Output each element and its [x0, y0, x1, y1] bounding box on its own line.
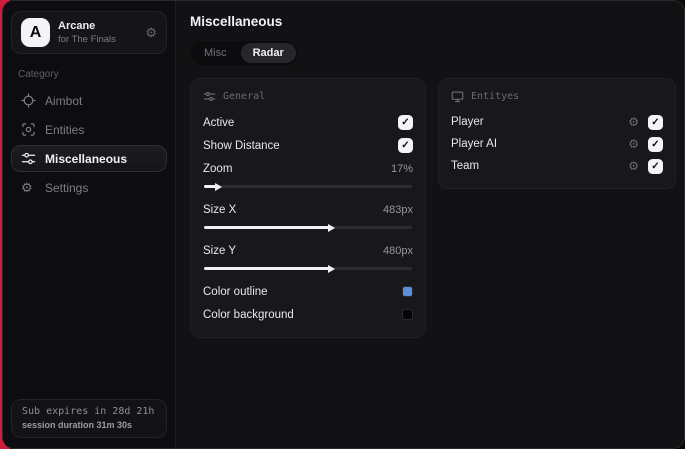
check-icon: ✓ — [401, 117, 410, 128]
sliders-icon — [21, 151, 36, 166]
color-background-swatch[interactable] — [402, 309, 413, 320]
logo-card: A Arcane for The Finals ⚙ — [11, 11, 167, 54]
entity-controls: ⚙ ✓ — [628, 114, 663, 130]
app-logo: A — [21, 18, 50, 47]
sliders-small-icon — [203, 92, 216, 101]
app-name: Arcane — [58, 20, 96, 32]
sidebar-item-miscellaneous[interactable]: Miscellaneous — [11, 145, 167, 172]
entity-row-player-ai: Player AI ⚙ ✓ — [451, 133, 663, 155]
sidebar-item-entities[interactable]: Entities — [11, 116, 167, 143]
sidebar-item-aimbot[interactable]: Aimbot — [11, 87, 167, 114]
setting-label: Show Distance — [203, 139, 280, 152]
entity-row-team: Team ⚙ ✓ — [451, 155, 663, 177]
general-panel-header: General — [203, 90, 413, 103]
entities-panel: Entityes Player ⚙ ✓ Player AI ⚙ ✓ Team ⚙… — [438, 78, 676, 189]
gear-icon[interactable]: ⚙ — [628, 116, 639, 128]
team-checkbox[interactable]: ✓ — [648, 158, 663, 174]
crosshair-icon — [21, 93, 36, 108]
sidebar-item-label: Aimbot — [45, 93, 83, 108]
setting-label: Active — [203, 116, 235, 129]
active-checkbox[interactable]: ✓ — [398, 115, 413, 130]
entity-label: Team — [451, 160, 480, 172]
gear-icon: ⚙ — [21, 180, 33, 195]
gear-icon[interactable]: ⚙ — [628, 138, 639, 150]
entities-panel-header: Entityes — [451, 90, 663, 103]
player-checkbox[interactable]: ✓ — [648, 114, 663, 130]
sidebar-nav: Aimbot Entities Miscellaneous ⚙ Settings — [11, 87, 167, 201]
setting-label: Size Y — [203, 244, 237, 257]
check-icon: ✓ — [401, 140, 410, 151]
setting-label: Zoom — [203, 162, 233, 175]
tab-misc[interactable]: Misc — [192, 43, 239, 63]
size-x-value: 483px — [383, 203, 413, 216]
zoom-slider-fill — [204, 182, 223, 191]
monitor-icon — [451, 91, 464, 103]
main-content: Miscellaneous Misc Radar General Active … — [176, 1, 684, 448]
general-panel: General Active ✓ Show Distance ✓ Zoom 17… — [190, 78, 426, 338]
sidebar-item-label: Entities — [45, 122, 85, 137]
setting-row-color-background: Color background — [203, 303, 413, 326]
color-outline-swatch[interactable] — [402, 286, 413, 297]
setting-label: Color outline — [203, 285, 268, 298]
setting-row-show-distance: Show Distance ✓ — [203, 134, 413, 157]
session-duration-text: session duration 31m 30s — [22, 420, 133, 430]
gear-icon[interactable]: ⚙ — [628, 160, 639, 172]
gear-icon[interactable]: ⚙ — [145, 26, 157, 39]
entity-label: Player — [451, 116, 484, 128]
player-ai-checkbox[interactable]: ✓ — [648, 136, 663, 152]
screen: A Arcane for The Finals ⚙ Category Aimbo… — [0, 0, 685, 449]
setting-row-color-outline: Color outline — [203, 280, 413, 303]
sidebar: A Arcane for The Finals ⚙ Category Aimbo… — [3, 1, 176, 448]
setting-label: Color background — [203, 308, 294, 321]
page-title: Miscellaneous — [190, 14, 283, 29]
subscription-card: Sub expires in 28d 21h session duration … — [11, 399, 167, 438]
sidebar-item-label: Settings — [45, 180, 89, 195]
sub-expiry-text: Sub expires in 28d 21h — [22, 406, 155, 417]
size-x-slider-thumb[interactable] — [327, 223, 335, 232]
size-y-slider-fill — [204, 264, 335, 273]
sidebar-item-label: Miscellaneous — [45, 151, 128, 166]
size-y-value: 480px — [383, 244, 413, 257]
general-panel-title: General — [223, 91, 266, 102]
entity-controls: ⚙ ✓ — [628, 136, 663, 152]
zoom-slider-thumb[interactable] — [215, 182, 223, 191]
tab-radar[interactable]: Radar — [240, 43, 296, 63]
zoom-slider[interactable] — [204, 182, 412, 191]
setting-label: Size X — [203, 203, 237, 216]
check-icon: ✓ — [651, 160, 660, 172]
panels-row: General Active ✓ Show Distance ✓ Zoom 17… — [190, 78, 676, 338]
size-y-slider[interactable] — [204, 264, 412, 273]
check-icon: ✓ — [651, 116, 660, 128]
zoom-value: 17% — [390, 162, 413, 175]
category-label: Category — [18, 69, 59, 80]
check-icon: ✓ — [651, 138, 660, 150]
entity-controls: ⚙ ✓ — [628, 158, 663, 174]
show-distance-checkbox[interactable]: ✓ — [398, 138, 413, 153]
tab-group: Misc Radar — [190, 41, 298, 65]
entity-row-player: Player ⚙ ✓ — [451, 111, 663, 133]
setting-row-zoom: Zoom 17% — [203, 157, 413, 180]
setting-row-active: Active ✓ — [203, 111, 413, 134]
entity-label: Player AI — [451, 138, 498, 150]
size-y-slider-thumb[interactable] — [327, 264, 335, 273]
app-title-block: Arcane for The Finals — [58, 20, 116, 45]
sidebar-item-settings[interactable]: ⚙ Settings — [11, 174, 167, 201]
app-subtitle: for The Finals — [58, 34, 116, 45]
setting-row-size-x: Size X 483px — [203, 198, 413, 221]
size-x-slider[interactable] — [204, 223, 412, 232]
setting-row-size-y: Size Y 480px — [203, 239, 413, 262]
scan-icon — [21, 122, 36, 137]
size-x-slider-fill — [204, 223, 335, 232]
entities-panel-title: Entityes — [471, 91, 520, 102]
app-window: A Arcane for The Finals ⚙ Category Aimbo… — [2, 0, 685, 449]
